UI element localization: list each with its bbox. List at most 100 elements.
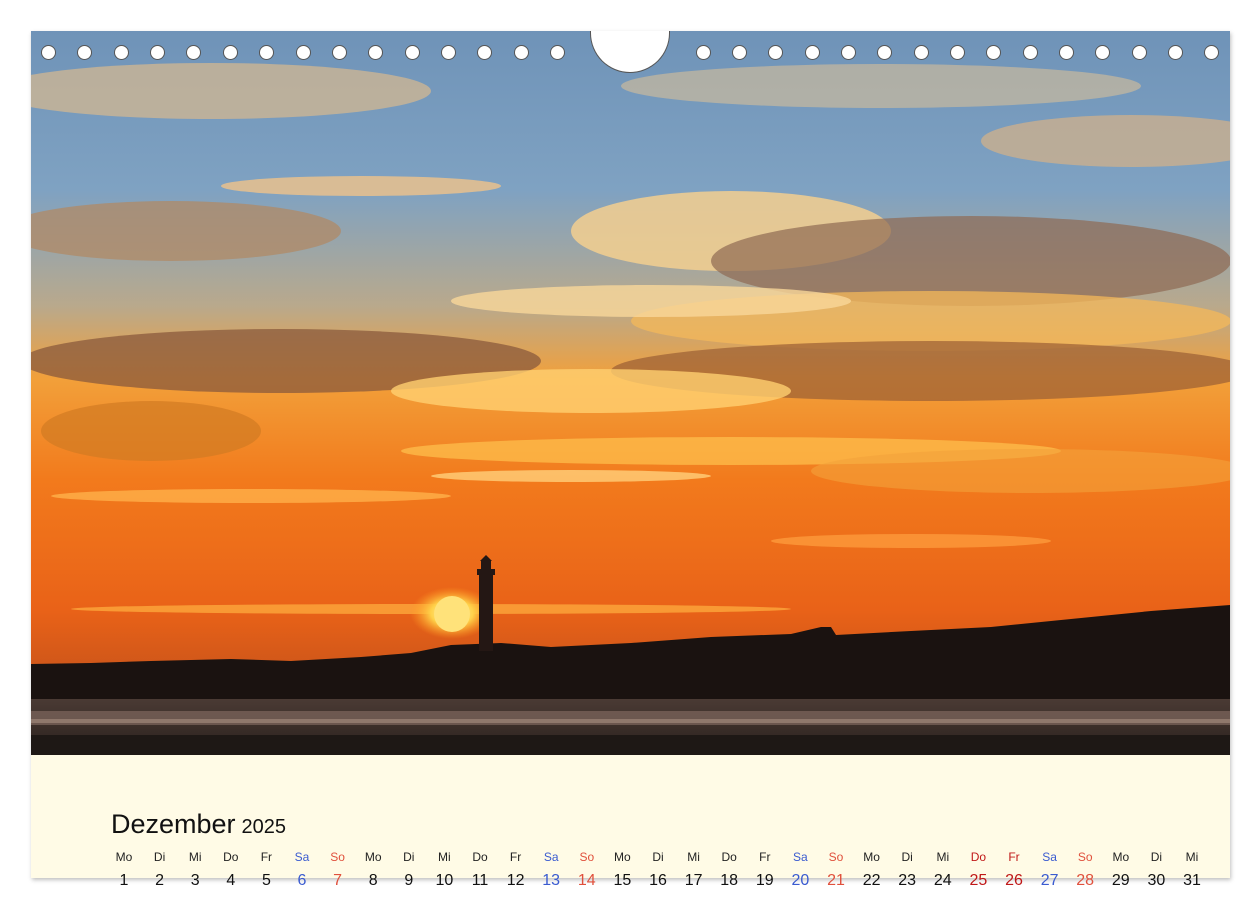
weekday-label: Mi: [687, 850, 700, 864]
binding-hole: [331, 45, 347, 60]
weekday-label: Sa: [543, 850, 559, 864]
day-number: 5: [261, 872, 271, 889]
weekday-label: Mo: [364, 850, 382, 864]
day-number: 17: [684, 872, 703, 889]
weekday-label: Di: [153, 850, 166, 864]
day-number: 4: [226, 872, 236, 889]
weekday-label: Mi: [438, 850, 451, 864]
day-cell: Do 25: [960, 849, 996, 891]
binding-hole: [295, 45, 311, 60]
binding-hole: [1094, 45, 1110, 60]
day-number: 6: [297, 872, 307, 889]
weekday-label: Di: [901, 850, 913, 864]
day-number: 30: [1147, 872, 1166, 889]
day-number: 23: [898, 872, 917, 889]
binding-hole: [149, 45, 165, 60]
weekday-label: Di: [1150, 850, 1163, 864]
day-cell: So 7: [320, 849, 356, 891]
binding-hole: [949, 45, 965, 60]
day-cell: So 28: [1067, 849, 1103, 891]
day-cell: Mi 17: [676, 849, 712, 891]
weekday-label: Sa: [294, 850, 310, 864]
binding-hole: [840, 45, 856, 60]
day-cell: Mi 10: [426, 849, 462, 891]
binding-hole: [440, 45, 456, 60]
weekday-label: Fr: [1008, 850, 1020, 864]
day-cell: So 14: [569, 849, 605, 891]
weekday-label: Mo: [614, 850, 631, 864]
weekday-label: So: [828, 850, 844, 864]
day-cell: Mi 24: [925, 849, 961, 891]
binding-hole: [804, 45, 820, 60]
year-label: 2025: [241, 816, 287, 838]
binding-hole: [40, 45, 56, 60]
binding-hole: [767, 45, 783, 60]
day-cell: Sa 13: [533, 849, 569, 891]
day-cell: Di 9: [391, 849, 427, 891]
day-cell: Mo 1: [106, 849, 142, 891]
binding-hole: [1022, 45, 1038, 60]
binding-hole: [404, 45, 420, 60]
binding-hole: [113, 45, 129, 60]
day-number: 15: [613, 872, 632, 889]
day-cell: Fr 12: [498, 849, 534, 891]
day-number: 25: [969, 872, 988, 889]
day-cell: Do 18: [711, 849, 747, 891]
binding-hole: [513, 45, 529, 60]
weekday-label: Mo: [863, 850, 880, 864]
binding-hole: [258, 45, 274, 60]
day-cell: Sa 27: [1032, 849, 1068, 891]
weekday-label: Fr: [509, 850, 522, 864]
day-number: 16: [649, 872, 667, 889]
day-strip: Mo 1 Di 2 Mi 3 Do 4 Fr 5 Sa 6 So 7 Mo 8 Di 9 Mi 10 Do 11 Fr 12 S…: [106, 849, 1226, 899]
day-cell: Di 23: [889, 849, 925, 891]
sunset-lighthouse-photo: [31, 31, 1230, 755]
weekday-label: Mo: [1112, 850, 1130, 864]
day-number: 28: [1076, 872, 1095, 889]
binding-hole: [913, 45, 929, 60]
day-number: 7: [333, 872, 343, 889]
day-number: 20: [791, 872, 810, 889]
weekday-label: Mi: [936, 850, 950, 864]
day-number: 18: [720, 872, 739, 889]
day-cell: Mo 15: [604, 849, 640, 891]
day-number: 14: [577, 872, 596, 889]
day-number: 24: [933, 872, 952, 889]
day-cell: So 21: [818, 849, 854, 891]
day-number: 21: [827, 872, 845, 889]
day-cell: Mi 31: [1174, 849, 1210, 891]
day-number: 9: [404, 872, 414, 889]
binding-hole: [876, 45, 892, 60]
day-number: 8: [368, 872, 378, 889]
day-number: 11: [471, 872, 489, 889]
binding-hole: [1058, 45, 1074, 60]
weekday-label: Di: [403, 850, 415, 864]
binding-hole: [1203, 45, 1219, 60]
binding-hole: [476, 45, 492, 60]
weekday-label: Do: [472, 850, 488, 864]
binding-hole: [695, 45, 711, 60]
weekday-label: Do: [223, 850, 239, 864]
day-number: 29: [1111, 872, 1130, 889]
binding-hole: [222, 45, 238, 60]
day-number: 27: [1040, 872, 1059, 889]
binding-hole: [985, 45, 1001, 60]
weekday-label: So: [330, 850, 345, 864]
day-number: 13: [542, 872, 561, 889]
day-cell: Di 30: [1138, 849, 1174, 891]
weekday-label: So: [579, 850, 595, 864]
day-cell: Mo 29: [1103, 849, 1139, 891]
calendar-page: Dezember 2025 Mo 1 Di 2 Mi 3 Do 4 Fr 5 Sa 6 So 7 Mo 8 Di 9…: [31, 31, 1230, 889]
day-number: 22: [862, 872, 881, 889]
day-cell: Fr 26: [996, 849, 1032, 891]
weekday-label: Di: [652, 850, 664, 864]
day-cell: Sa 6: [284, 849, 320, 891]
weekday-label: Sa: [793, 850, 808, 864]
weekday-label: Mi: [1185, 850, 1199, 864]
weekday-label: Do: [721, 850, 737, 864]
binding-hole: [549, 45, 565, 60]
day-number: 31: [1183, 872, 1201, 889]
weekday-label: Mo: [115, 850, 133, 864]
weekday-label: So: [1077, 850, 1093, 864]
day-cell: Di 2: [142, 849, 178, 891]
